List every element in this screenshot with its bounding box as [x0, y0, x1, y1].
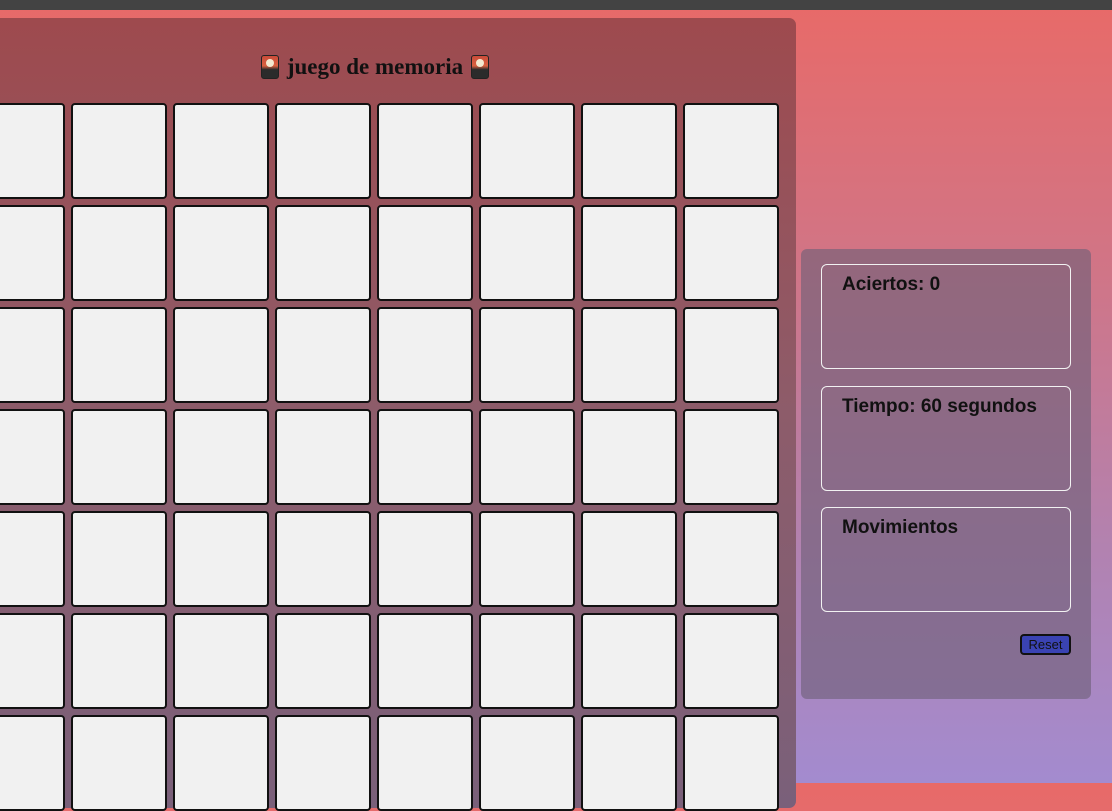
memory-card[interactable]: [377, 205, 473, 301]
browser-top-bar: [0, 0, 1112, 10]
memory-card[interactable]: [275, 511, 371, 607]
memory-card[interactable]: [377, 103, 473, 199]
memory-card[interactable]: [581, 103, 677, 199]
tiempo-box: Tiempo: 60 segundos: [821, 386, 1071, 491]
stats-panel: Aciertos: 0 Tiempo: 60 segundos Movimien…: [801, 249, 1091, 699]
memory-card[interactable]: [377, 409, 473, 505]
memory-card[interactable]: [479, 409, 575, 505]
memory-card[interactable]: [377, 613, 473, 709]
memory-card[interactable]: [479, 511, 575, 607]
reset-button[interactable]: Reset: [1020, 634, 1071, 655]
memory-card[interactable]: [683, 715, 779, 811]
aciertos-label: Aciertos: 0: [842, 274, 941, 295]
memory-card[interactable]: [71, 613, 167, 709]
memory-card[interactable]: [581, 511, 677, 607]
memory-card[interactable]: [173, 409, 269, 505]
memory-card[interactable]: [581, 409, 677, 505]
memory-card[interactable]: [0, 613, 65, 709]
memory-card[interactable]: [71, 409, 167, 505]
memory-card[interactable]: [275, 409, 371, 505]
memory-card[interactable]: [683, 103, 779, 199]
memory-card[interactable]: [683, 307, 779, 403]
tiempo-label: Tiempo: 60 segundos: [842, 396, 1037, 417]
memory-card[interactable]: [71, 715, 167, 811]
memory-card[interactable]: [479, 103, 575, 199]
memory-card[interactable]: [275, 613, 371, 709]
memory-card[interactable]: [71, 511, 167, 607]
memory-card[interactable]: [0, 205, 65, 301]
memory-card[interactable]: [71, 205, 167, 301]
memory-card[interactable]: [479, 307, 575, 403]
memory-card[interactable]: [0, 511, 65, 607]
memory-card[interactable]: [479, 205, 575, 301]
memory-card[interactable]: [173, 103, 269, 199]
movimientos-box: Movimientos: [821, 507, 1071, 612]
memory-card[interactable]: [275, 307, 371, 403]
memory-card[interactable]: [581, 205, 677, 301]
memory-card[interactable]: [479, 613, 575, 709]
memory-card[interactable]: [377, 715, 473, 811]
game-title-text: juego de memoria: [286, 54, 464, 79]
memory-card[interactable]: [683, 613, 779, 709]
memory-card[interactable]: [71, 103, 167, 199]
memory-card[interactable]: [71, 307, 167, 403]
memory-card[interactable]: [173, 613, 269, 709]
memory-card[interactable]: [581, 307, 677, 403]
aciertos-box: Aciertos: 0: [821, 264, 1071, 369]
memory-card[interactable]: [173, 715, 269, 811]
memory-card[interactable]: [0, 715, 65, 811]
memory-card[interactable]: [581, 715, 677, 811]
memory-card[interactable]: [173, 511, 269, 607]
movimientos-label: Movimientos: [842, 517, 959, 538]
memory-card[interactable]: [683, 409, 779, 505]
memory-card[interactable]: [275, 205, 371, 301]
memory-card[interactable]: [275, 103, 371, 199]
playing-card-icon: [260, 55, 279, 79]
memory-card[interactable]: [479, 715, 575, 811]
memory-card[interactable]: [377, 307, 473, 403]
memory-card[interactable]: [275, 715, 371, 811]
memory-card[interactable]: [173, 307, 269, 403]
game-title: juego de memoria: [250, 50, 500, 84]
memory-card[interactable]: [0, 307, 65, 403]
memory-card[interactable]: [683, 511, 779, 607]
playing-card-icon: [471, 55, 490, 79]
memory-card[interactable]: [581, 613, 677, 709]
memory-card[interactable]: [0, 409, 65, 505]
memory-card[interactable]: [0, 103, 65, 199]
memory-card[interactable]: [377, 511, 473, 607]
memory-card[interactable]: [683, 205, 779, 301]
memory-card[interactable]: [173, 205, 269, 301]
